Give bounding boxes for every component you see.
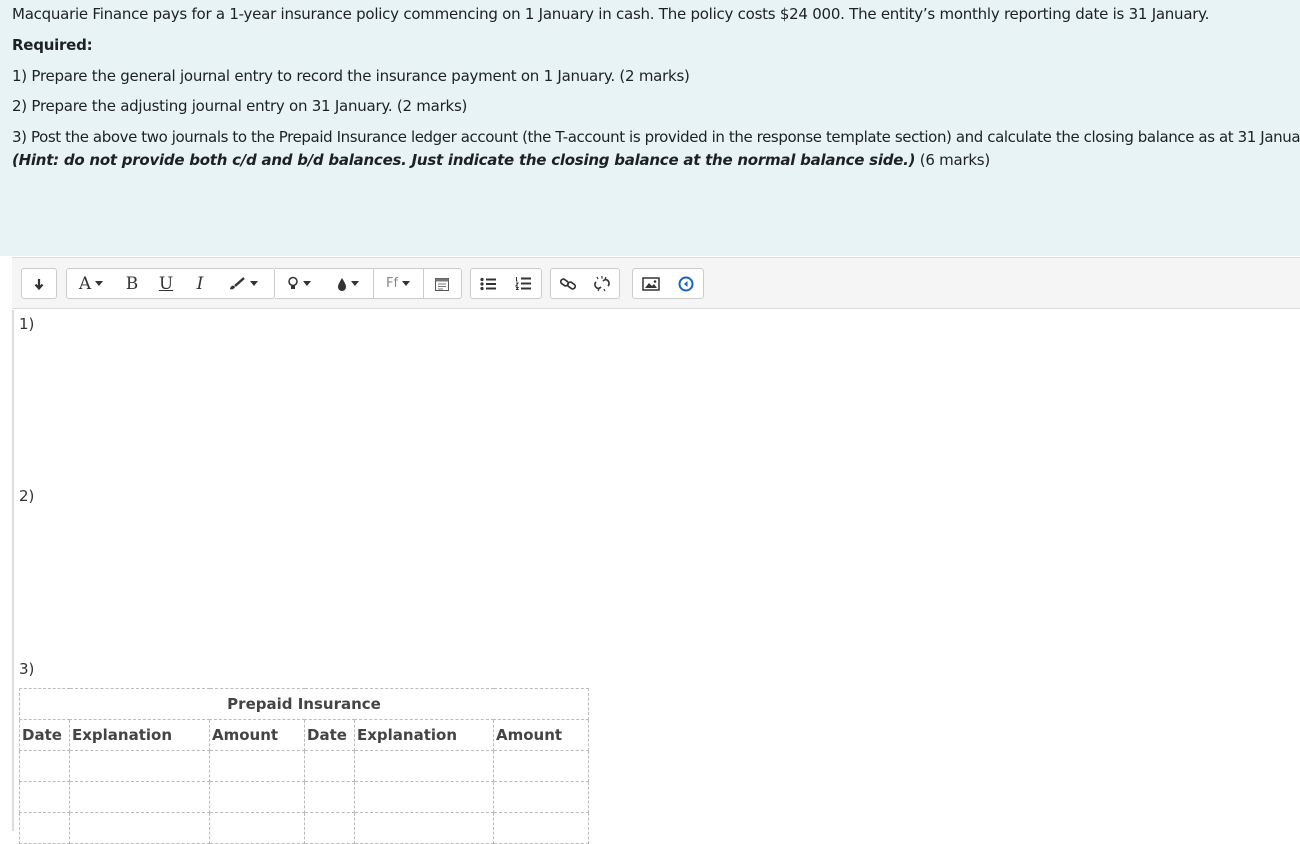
bullet-list-icon [480, 277, 496, 290]
highlight-button[interactable] [275, 269, 323, 298]
chevron-down-icon [351, 281, 359, 286]
font-family-label: Ff [385, 276, 399, 291]
paint-brush-icon [230, 276, 245, 289]
answer-label-1: 1) [19, 315, 35, 333]
table-cell[interactable] [354, 781, 494, 813]
table-cell[interactable] [209, 750, 305, 782]
table-cell[interactable] [304, 781, 355, 813]
question-hint-marks: (6 marks) [915, 151, 990, 169]
bullet-list-button[interactable] [471, 269, 506, 298]
table-cell[interactable] [209, 812, 305, 844]
lightbulb-icon [288, 276, 298, 289]
table-cell[interactable] [69, 750, 210, 782]
required-heading: Required: [12, 36, 93, 54]
link-icon [559, 277, 577, 290]
table-cell[interactable] [354, 812, 494, 844]
chevron-down-icon [303, 281, 311, 286]
answer-label-2: 2) [19, 487, 35, 505]
answer-label-3: 3) [19, 660, 35, 678]
font-style-label: A [78, 273, 92, 294]
toolbar-group-fontfamily: Ff [374, 268, 424, 299]
editor-toolbar: A B U I Ff [12, 257, 1300, 309]
unlink-button[interactable] [585, 269, 619, 298]
table-cell[interactable] [304, 750, 355, 782]
question-text-panel: Macquarie Finance pays for a 1-year insu… [0, 0, 1300, 256]
header-date-debit: Date [19, 719, 70, 751]
question-part-3: 3) Post the above two journals to the Pr… [12, 128, 1300, 146]
t-account-table: Prepaid Insurance Date Explanation Amoun… [19, 688, 589, 844]
image-icon [641, 276, 660, 291]
media-play-icon [678, 276, 693, 291]
table-cell[interactable] [69, 781, 210, 813]
table-cell[interactable] [493, 812, 589, 844]
table-cell[interactable] [493, 781, 589, 813]
chevron-down-icon [402, 281, 411, 286]
collapse-toolbar-button[interactable] [22, 269, 56, 298]
numbered-list-icon [515, 277, 531, 290]
toolbar-group-highlight [275, 268, 325, 299]
table-cell[interactable] [304, 812, 355, 844]
table-cell[interactable] [19, 781, 70, 813]
background-color-button[interactable] [324, 269, 372, 298]
link-button[interactable] [551, 269, 585, 298]
header-explanation-credit: Explanation [354, 719, 494, 751]
calendar-icon [435, 277, 449, 291]
header-amount-debit: Amount [209, 719, 305, 751]
header-date-credit: Date [304, 719, 355, 751]
numbered-list-button[interactable] [506, 269, 541, 298]
text-color-button[interactable] [217, 269, 269, 298]
arrow-down-icon [34, 278, 44, 290]
toolbar-group-background [324, 268, 374, 299]
table-cell[interactable] [354, 750, 494, 782]
question-part-2: 2) Prepare the adjusting journal entry o… [12, 97, 468, 115]
t-account-title-row: Prepaid Insurance [19, 688, 589, 720]
table-cell[interactable] [19, 812, 70, 844]
toolbar-group-lists [470, 268, 542, 299]
font-family-button[interactable]: Ff [374, 269, 422, 298]
t-account-header-row: Date Explanation Amount Date Explanation… [19, 719, 589, 751]
special-format-button[interactable] [424, 269, 460, 298]
question-hint-line: (Hint: do not provide both c/d and b/d b… [12, 151, 990, 169]
question-intro: Macquarie Finance pays for a 1-year insu… [12, 5, 1210, 23]
bold-button[interactable]: B [115, 269, 149, 298]
font-style-button[interactable]: A [67, 269, 115, 298]
table-cell[interactable] [19, 750, 70, 782]
header-explanation-debit: Explanation [69, 719, 210, 751]
toolbar-group-calendar [424, 268, 462, 299]
underline-button[interactable]: U [149, 269, 183, 298]
droplet-icon [338, 277, 346, 291]
insert-media-button[interactable] [668, 269, 703, 298]
answer-editor[interactable]: 1) 2) 3) Prepaid Insurance Date Explanat… [12, 310, 1300, 844]
table-cell[interactable] [209, 781, 305, 813]
header-amount-credit: Amount [493, 719, 589, 751]
table-row [19, 750, 589, 782]
table-cell[interactable] [69, 812, 210, 844]
unlink-icon [594, 275, 610, 291]
toolbar-group-collapse [21, 268, 57, 299]
toolbar-group-links [550, 268, 620, 299]
chevron-down-icon [250, 281, 258, 286]
question-hint: (Hint: do not provide both c/d and b/d b… [12, 151, 916, 169]
toolbar-group-media [632, 268, 704, 299]
insert-image-button[interactable] [633, 269, 668, 298]
t-account-title: Prepaid Insurance [19, 688, 589, 720]
toolbar-group-style: A B U I [66, 268, 275, 299]
table-cell[interactable] [493, 750, 589, 782]
chevron-down-icon [95, 281, 104, 286]
table-row [19, 781, 589, 813]
question-part-1: 1) Prepare the general journal entry to … [12, 67, 690, 85]
table-row [19, 812, 589, 844]
italic-button[interactable]: I [183, 269, 217, 298]
